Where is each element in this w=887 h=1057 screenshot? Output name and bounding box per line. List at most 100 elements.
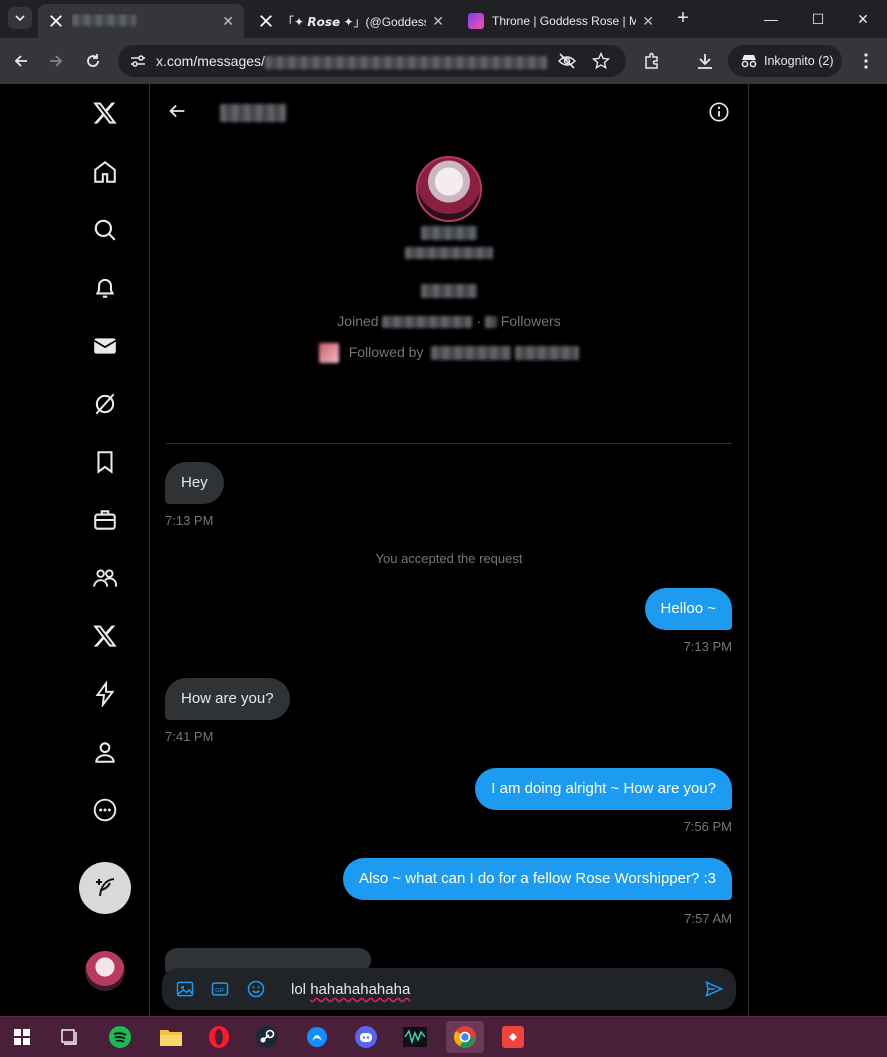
tab-goddess-profile[interactable]: 「✦ 𝙍𝙤𝙨𝙚 ✦」(@Goddess ✕: [248, 4, 454, 38]
site-settings-icon[interactable]: [130, 54, 146, 68]
sidebar-item-grok[interactable]: [80, 379, 130, 429]
conversation-panel: Joined · Followers Followed by Hey 7:13 …: [150, 84, 748, 1016]
sidebar-item-more[interactable]: [80, 785, 130, 835]
sidebar-item-explore[interactable]: [80, 205, 130, 255]
chevron-down-icon: [15, 15, 25, 22]
taskbar-file-explorer[interactable]: [155, 1021, 187, 1053]
task-view-button[interactable]: [53, 1021, 85, 1053]
close-tab-icon[interactable]: ✕: [432, 13, 444, 30]
account-avatar[interactable]: [85, 951, 125, 991]
profile-bio: [421, 284, 477, 298]
x-app: Joined · Followers Followed by Hey 7:13 …: [0, 84, 887, 1016]
composer-text-misspelled: hahahahahaha: [310, 981, 411, 998]
followed-by: Followed by: [150, 343, 748, 363]
sidebar-item-messages[interactable]: [80, 321, 130, 371]
x-favicon-icon: [258, 13, 274, 29]
tab-throne[interactable]: Throne | Goddess Rose | M ✕: [458, 4, 664, 38]
sidebar: [0, 84, 150, 1016]
back-button[interactable]: [10, 50, 32, 72]
profile-meta: Joined · Followers: [337, 313, 561, 329]
reload-icon: [87, 54, 99, 67]
arrow-right-icon: [50, 55, 63, 67]
downloads-button[interactable]: [694, 50, 716, 72]
download-icon: [698, 54, 712, 69]
more-circle-icon: [93, 798, 117, 822]
minimize-button[interactable]: —: [756, 8, 786, 30]
browser-tab-bar: ✕ 「✦ 𝙍𝙤𝙨𝙚 ✦」(@Goddess ✕ Throne | Goddess…: [0, 0, 887, 38]
sidebar-item-profile[interactable]: [80, 727, 130, 777]
x-logo-icon: [93, 102, 117, 124]
sidebar-item-premium[interactable]: [80, 611, 130, 661]
composer-text-plain: lol: [291, 981, 311, 998]
forward-button[interactable]: [45, 50, 67, 72]
url-text: x.com/messages/: [156, 53, 547, 69]
chrome-icon: [454, 1026, 476, 1048]
new-tab-button[interactable]: +: [672, 8, 694, 30]
message-bubble-outgoing[interactable]: Helloo ~: [644, 588, 732, 630]
close-tab-icon[interactable]: ✕: [642, 13, 654, 30]
message-bubble-outgoing[interactable]: I am doing alright ~ How are you?: [475, 768, 732, 810]
sidebar-item-bookmarks[interactable]: [80, 437, 130, 487]
lightning-icon: [95, 681, 115, 707]
back-arrow-icon[interactable]: [166, 100, 188, 122]
start-button[interactable]: [6, 1021, 38, 1053]
envelope-icon: [93, 338, 117, 354]
extensions-button[interactable]: [641, 50, 663, 72]
x-favicon-icon: [48, 13, 64, 29]
browser-menu-button[interactable]: [855, 50, 877, 72]
message-bubble-incoming[interactable]: Hey: [165, 462, 224, 504]
taskbar-steam[interactable]: [251, 1021, 283, 1053]
discord-icon: [355, 1026, 377, 1048]
taskbar-battlenet[interactable]: [301, 1021, 333, 1053]
emoji-icon[interactable]: [246, 979, 266, 999]
reload-button[interactable]: [82, 50, 104, 72]
eye-off-icon[interactable]: [558, 53, 576, 69]
taskbar-opera[interactable]: [203, 1021, 235, 1053]
opera-icon: [209, 1026, 229, 1048]
close-tab-icon[interactable]: ✕: [222, 13, 234, 30]
task-view-icon: [61, 1029, 77, 1045]
sidebar-item-notifications[interactable]: [80, 263, 130, 313]
info-icon[interactable]: [708, 101, 730, 123]
maximize-button[interactable]: ☐: [803, 8, 833, 30]
profile-display-name: [421, 226, 477, 240]
gif-icon[interactable]: GIF: [210, 979, 230, 999]
sidebar-item-verified-orgs[interactable]: [80, 669, 130, 719]
sidebar-item-jobs[interactable]: [80, 495, 130, 545]
taskbar-anydesk[interactable]: [497, 1021, 529, 1053]
followers-label: Followers: [500, 313, 561, 329]
address-bar[interactable]: x.com/messages/: [118, 45, 626, 77]
message-bubble-outgoing[interactable]: Also ~ what can I do for a fellow Rose W…: [343, 858, 732, 900]
bell-icon: [95, 278, 115, 298]
composer-input[interactable]: lol hahahahahaha: [291, 981, 410, 998]
bookmark-star-icon[interactable]: [592, 52, 610, 70]
spotify-icon: [109, 1026, 131, 1048]
taskbar-audio-app[interactable]: [399, 1021, 431, 1053]
taskbar-discord[interactable]: [350, 1021, 382, 1053]
taskbar-chrome[interactable]: [446, 1021, 484, 1053]
battlenet-icon: [307, 1027, 327, 1047]
followed-by-label: Followed by: [348, 343, 424, 360]
message-timestamp: 7:57 AM: [684, 911, 732, 926]
message-timestamp: 7:13 PM: [683, 639, 732, 654]
anydesk-icon: [502, 1026, 524, 1048]
tab-title: 「✦ 𝙍𝙤𝙨𝙚 ✦」(@Goddess: [282, 14, 427, 29]
conversation-name: [220, 104, 286, 122]
tab-title: [72, 13, 216, 29]
sidebar-item-communities[interactable]: [80, 553, 130, 603]
message-composer[interactable]: GIF lol hahahahahaha: [162, 968, 736, 1010]
close-window-button[interactable]: ✕: [848, 8, 878, 30]
x-logo-link[interactable]: [80, 88, 130, 138]
incognito-badge[interactable]: Inkognito (2): [728, 45, 842, 77]
compose-post-button[interactable]: [79, 862, 131, 914]
sidebar-item-home[interactable]: [80, 147, 130, 197]
image-icon[interactable]: [175, 979, 195, 999]
tab-search-button[interactable]: [8, 7, 32, 29]
taskbar-spotify[interactable]: [104, 1021, 136, 1053]
search-icon: [94, 219, 116, 241]
send-icon[interactable]: [704, 979, 724, 999]
message-bubble-incoming[interactable]: How are you?: [165, 678, 290, 720]
tab-x-messages[interactable]: ✕: [38, 4, 244, 38]
profile-avatar[interactable]: [416, 156, 482, 222]
waveform-icon: [403, 1027, 427, 1047]
